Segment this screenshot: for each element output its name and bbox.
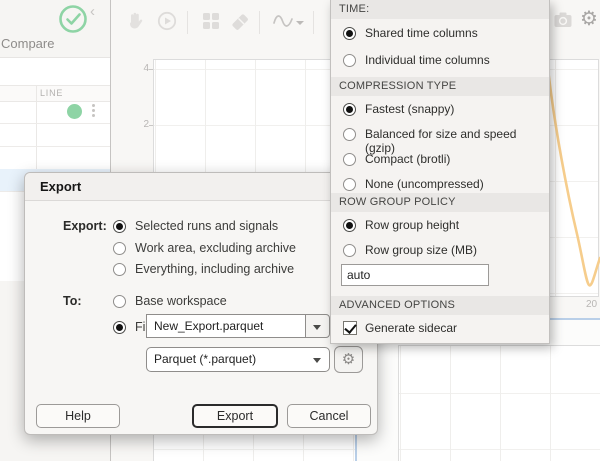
radio-icon [343, 54, 356, 67]
settings-gear-icon[interactable] [578, 8, 600, 30]
eraser-icon[interactable] [230, 10, 252, 32]
toolbar-separator [313, 11, 314, 34]
radio-row-group-height[interactable]: Row group height [331, 215, 549, 237]
format-settings-gear-button[interactable] [334, 346, 363, 373]
export-button[interactable]: Export [192, 404, 278, 428]
radio-icon [343, 128, 356, 141]
radio-shared-time-columns[interactable]: Shared time columns [331, 23, 549, 45]
file-format-dropdown[interactable]: Parquet (*.parquet) [146, 347, 330, 372]
x-axis-tick-20: 20 [586, 299, 598, 310]
radio-compact-brotli[interactable]: Compact (brotli) [331, 149, 549, 171]
table-header-row: LINE [0, 85, 110, 102]
cancel-button[interactable]: Cancel [287, 404, 371, 428]
signal-curve-orange [545, 58, 600, 287]
signal-wave-icon[interactable] [272, 10, 294, 32]
column-header-line: LINE [40, 88, 64, 98]
help-button[interactable]: Help [36, 404, 120, 428]
snapshot-camera-icon[interactable] [552, 9, 574, 31]
toolbar-separator [259, 11, 260, 34]
radio-icon [343, 244, 356, 257]
subplot-bottom-right-axes[interactable] [398, 345, 600, 461]
file-name-input[interactable] [146, 314, 306, 338]
radio-icon [343, 219, 356, 232]
kebab-menu-icon[interactable] [92, 104, 96, 120]
chevron-down-icon[interactable] [296, 21, 304, 25]
radio-icon [343, 178, 356, 191]
radio-icon [343, 27, 356, 40]
section-header-row-group: ROW GROUP POLICY [331, 193, 549, 212]
checkbox-icon [343, 321, 357, 335]
signal-color-dot[interactable] [67, 104, 82, 119]
export-dialog: Export Export: Selected runs and signals… [24, 172, 378, 435]
radio-row-group-size[interactable]: Row group size (MB) [331, 240, 549, 262]
tab-compare[interactable]: Compare [1, 36, 54, 51]
file-name-dropdown-button[interactable] [305, 314, 330, 338]
radio-icon [113, 242, 126, 255]
y-axis-tick-4: 4 [143, 63, 149, 74]
section-header-advanced: ADVANCED OPTIONS [331, 296, 549, 315]
layout-grid-icon[interactable] [200, 10, 222, 32]
y-axis-tick-2: 2 [143, 119, 149, 130]
dialog-title: Export [25, 173, 377, 201]
section-header-compression: COMPRESSION TYPE [331, 77, 549, 96]
radio-icon [113, 263, 126, 276]
toolbar-separator [187, 11, 188, 34]
export-settings-popup: TIME: Shared time columns Individual tim… [330, 0, 550, 344]
collapse-chevron-icon[interactable] [90, 4, 104, 20]
radio-base-workspace[interactable]: Base workspace [25, 293, 379, 313]
radio-individual-time-columns[interactable]: Individual time columns [331, 50, 549, 72]
radio-work-area[interactable]: Work area, excluding archive [25, 240, 379, 260]
radio-icon [113, 321, 126, 334]
row-group-size-input[interactable] [341, 264, 489, 286]
radio-icon [343, 103, 356, 116]
radio-icon [343, 153, 356, 166]
checkbox-generate-sidecar[interactable]: Generate sidecar [331, 318, 549, 340]
radio-fastest-snappy[interactable]: Fastest (snappy) [331, 99, 549, 121]
compare-check-icon [59, 5, 87, 33]
radio-selected-runs[interactable]: Selected runs and signals [25, 218, 379, 238]
radio-icon [113, 295, 126, 308]
app-window: 4 2 15 20 [0, 0, 600, 461]
pan-hand-icon[interactable] [124, 10, 146, 32]
radio-icon [113, 220, 126, 233]
section-header-time: TIME: [331, 0, 549, 19]
replay-icon[interactable] [156, 10, 178, 32]
radio-balanced-gzip[interactable]: Balanced for size and speed (gzip) [331, 124, 549, 155]
radio-everything[interactable]: Everything, including archive [25, 261, 379, 281]
